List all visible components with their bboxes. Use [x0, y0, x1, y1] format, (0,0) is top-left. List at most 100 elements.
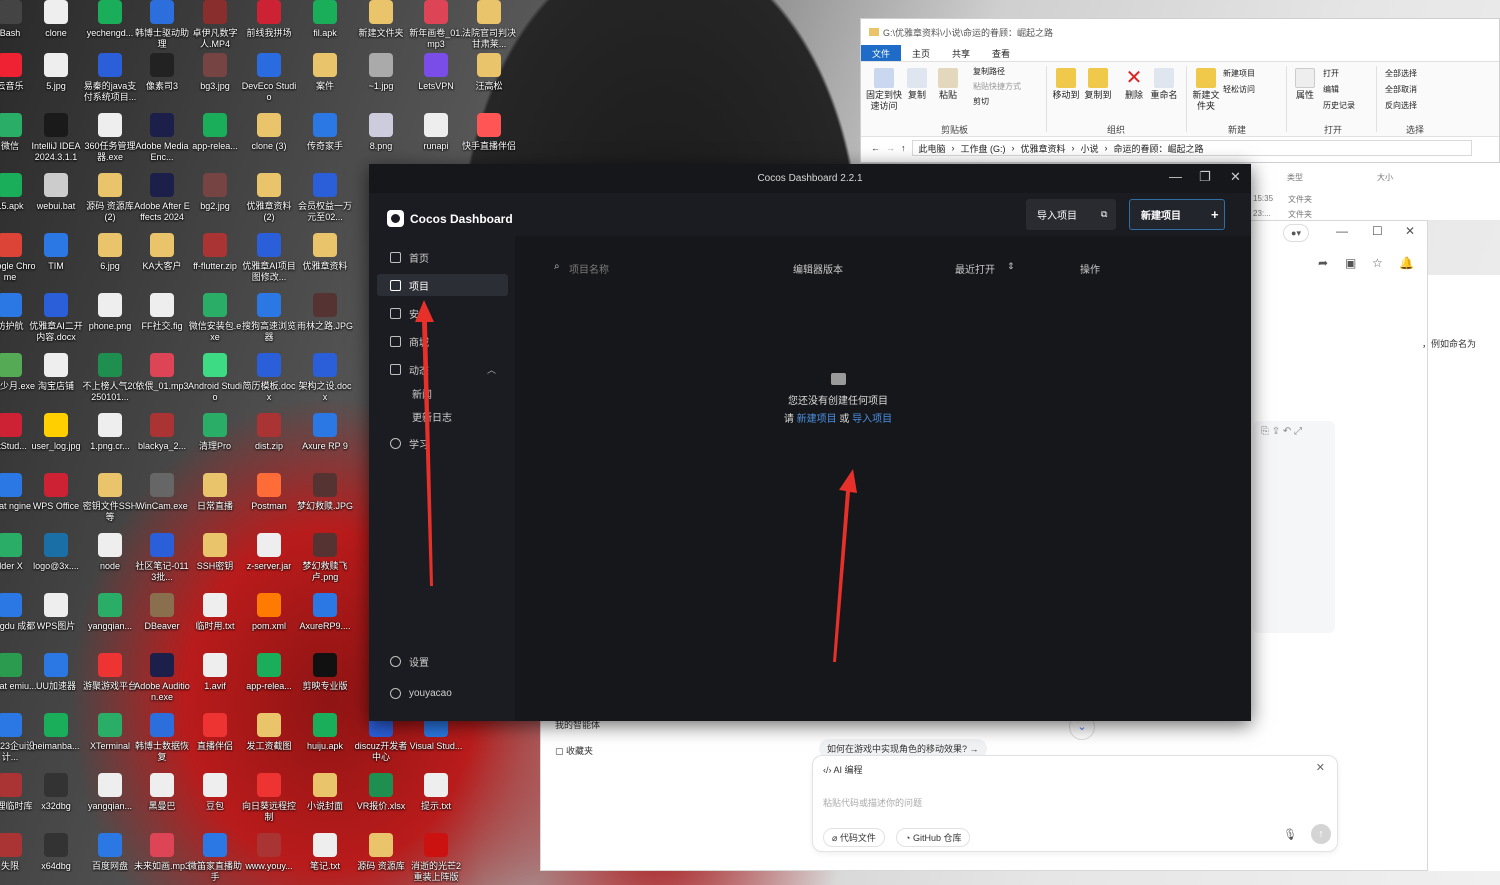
desktop-icon[interactable]: 临时用.txt [187, 593, 243, 632]
desktop-icon[interactable]: 消逝的光芒2重装上阵版 [408, 833, 464, 883]
desktop-icon[interactable]: user_log.jpg [28, 413, 84, 452]
desktop-icon[interactable]: x64dbg [28, 833, 84, 872]
desktop-icon[interactable]: XTerminal [82, 713, 138, 752]
desktop-icon[interactable]: Adobe Audition.exe [134, 653, 190, 703]
sidebar-item-settings[interactable]: 设置 [377, 650, 508, 672]
desktop-icon[interactable]: UU加速器 [28, 653, 84, 692]
profile-icon[interactable]: ●▾ [1283, 224, 1309, 242]
send-icon[interactable]: ↑ [1311, 824, 1331, 844]
desktop-icon[interactable]: 淘宝店铺 [28, 353, 84, 392]
desktop-icon[interactable]: 优雅章AI项目图修改... [241, 233, 297, 283]
desktop-icon[interactable]: 微信安装包.exe [187, 293, 243, 343]
new-item-button[interactable]: 新建项目 [1223, 68, 1255, 79]
search-input[interactable]: 项目名称 [569, 261, 609, 276]
properties-button[interactable]: 属性 [1293, 68, 1317, 101]
desktop-icon[interactable]: DBeaver [134, 593, 190, 632]
desktop-icon[interactable]: VR报价.xlsx [353, 773, 409, 812]
desktop-icon[interactable]: 像素司3 [134, 53, 190, 92]
ai-input-panel[interactable]: ‹/› AI 编程 ✕ 粘贴代码或描述你的问题 ⌀ 代码文件 ◔ GitHub … [812, 755, 1338, 852]
paste-shortcut-button[interactable]: 粘贴快捷方式 [973, 81, 1021, 92]
desktop-icon[interactable]: 快手直播伴侣 [461, 113, 517, 152]
desktop-icon[interactable]: phone.png [82, 293, 138, 332]
empty-new-project-link[interactable]: 新建项目 [797, 414, 837, 425]
desktop-icon[interactable]: 发工资截图 [241, 713, 297, 752]
tab-file[interactable]: 文件 [861, 44, 902, 62]
desktop-icon[interactable]: 新年画卷_01.mp3 [408, 0, 464, 50]
code-file-chip[interactable]: ⌀ 代码文件 [823, 828, 885, 847]
minimize-icon[interactable]: — [1336, 224, 1348, 238]
column-last-opened[interactable]: 最近打开 [955, 261, 995, 276]
desktop-icon[interactable]: ~1.jpg [353, 53, 409, 92]
desktop-icon[interactable]: 社区笔记-0113批... [134, 533, 190, 583]
desktop-icon[interactable]: WinCam.exe [134, 473, 190, 512]
maximize-icon[interactable]: ☐ [1372, 224, 1383, 238]
desktop-icon[interactable]: LetsVPN [408, 53, 464, 92]
desktop-icon[interactable]: 梦幻救赎飞卢.png [297, 533, 353, 583]
desktop-icon[interactable]: Android Studio [187, 353, 243, 403]
new-project-button[interactable]: 新建项目 + [1129, 199, 1225, 230]
close-icon[interactable]: ✕ [1230, 169, 1241, 185]
back-icon[interactable]: ← [871, 143, 880, 153]
import-project-button[interactable]: 导入项目 ⧉ [1026, 199, 1116, 230]
close-ai-icon[interactable]: ✕ [1316, 761, 1325, 774]
desktop-icon[interactable]: www.youy... [241, 833, 297, 872]
column-editor-version[interactable]: 编辑器版本 [793, 261, 843, 276]
copy-path-button[interactable]: 复制路径 [973, 66, 1005, 77]
desktop-icon[interactable]: 5.jpg [28, 53, 84, 92]
desktop-icon[interactable]: webui.bat [28, 173, 84, 212]
desktop-icon[interactable]: 雨林之路.JPG [297, 293, 353, 332]
desktop-icon[interactable]: 1.png.cr... [82, 413, 138, 452]
breadcrumb[interactable]: 此电脑 › 工作盘 (G:) › 优雅章资料 › 小说 › 命运的眷顾：崛起之路 [911, 140, 1472, 156]
desktop-icon[interactable]: DevEco Studio [241, 53, 297, 103]
select-none-button[interactable]: 全部取消 [1385, 84, 1417, 95]
desktop-icon[interactable]: fil.apk [297, 0, 353, 39]
desktop-icon[interactable]: 韩博士驱动助理 [134, 0, 190, 50]
desktop-icon[interactable]: app-relea... [241, 653, 297, 692]
tab-share[interactable]: 共享 [941, 45, 981, 62]
desktop-icon[interactable]: huiju.apk [297, 713, 353, 752]
desktop-icon[interactable]: 直播伴侣 [187, 713, 243, 752]
desktop-icon[interactable]: 微笛家直播助手 [187, 833, 243, 883]
desktop-icon[interactable]: 梦幻救赎.JPG [297, 473, 353, 512]
desktop-icon[interactable]: 笔记.txt [297, 833, 353, 872]
breadcrumb-item[interactable]: 小说 [1081, 142, 1099, 155]
file-explorer-window[interactable]: G:\优雅章资料\小说\命运的眷顾：崛起之路 文件 主页 共享 查看 固定到快速… [860, 18, 1500, 163]
desktop-icon[interactable]: Adobe After Effects 2024 [134, 173, 190, 223]
desktop-icon[interactable]: TIM [28, 233, 84, 272]
desktop-icon[interactable]: 新建文件夹 [353, 0, 409, 39]
desktop-icon[interactable]: 韩博士数据恢复 [134, 713, 190, 763]
sidebar-subitem-changelog[interactable]: 更新日志 [412, 409, 452, 424]
desktop-icon[interactable]: 8.png [353, 113, 409, 152]
desktop-icon[interactable]: pom.xml [241, 593, 297, 632]
paste-button[interactable]: 粘贴 [935, 68, 961, 101]
desktop-icon[interactable]: 易秦的java支付系统项目... [82, 53, 138, 103]
easy-access-button[interactable]: 轻松访问 [1223, 84, 1255, 95]
desktop-icon[interactable]: SSH密钥 [187, 533, 243, 572]
empty-import-project-link[interactable]: 导入项目 [852, 414, 892, 425]
open-button[interactable]: 打开 [1323, 68, 1339, 79]
desktop-icon[interactable]: 卓伊凡数字人.MP4 [187, 0, 243, 50]
edit-button[interactable]: 编辑 [1323, 84, 1339, 95]
desktop-icon[interactable]: ff-flutter.zip [187, 233, 243, 272]
star-icon[interactable]: ☆ [1372, 256, 1383, 270]
desktop-icon[interactable]: 案件 [297, 53, 353, 92]
desktop-icon[interactable]: 前线我拼场 [241, 0, 297, 39]
copy-to-button[interactable]: 复制到 [1083, 68, 1113, 101]
maximize-icon[interactable]: ❐ [1199, 169, 1211, 185]
desktop-icon[interactable]: 剪映专业版 [297, 653, 353, 692]
desktop-icon[interactable]: 源码 资源库 [353, 833, 409, 872]
share-icon[interactable]: ➦ [1318, 256, 1328, 270]
desktop-icon[interactable]: 黑曼巴 [134, 773, 190, 812]
breadcrumb-item[interactable]: 工作盘 (G:) [961, 142, 1006, 155]
desktop-icon[interactable]: WPS图片 [28, 593, 84, 632]
desktop-icon[interactable]: AxureRP9.... [297, 593, 353, 632]
desktop-icon[interactable]: blackya_2... [134, 413, 190, 452]
desktop-icon[interactable]: 不上榜人气20250101... [82, 353, 138, 403]
desktop-icon[interactable]: Axure RP 9 [297, 413, 353, 452]
desktop-icon[interactable]: 游聚游戏平台 [82, 653, 138, 692]
desktop-icon[interactable]: 提示.txt [408, 773, 464, 812]
desktop-icon[interactable]: 传奇家手 [297, 113, 353, 152]
desktop-icon[interactable]: 密钥文件SSH等 [82, 473, 138, 523]
sidebar-item-projects[interactable]: 项目 [377, 274, 508, 296]
desktop-icon[interactable]: 360任务管理器.exe [82, 113, 138, 163]
